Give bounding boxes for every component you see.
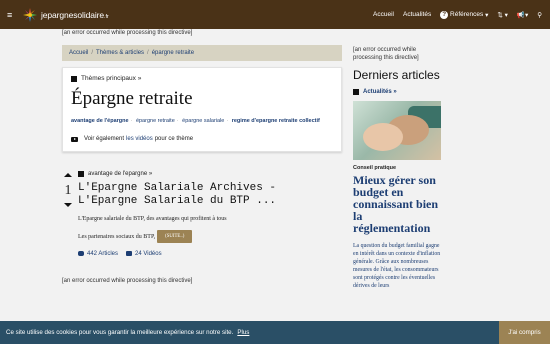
theme-category[interactable]: Thèmes principaux » — [71, 75, 333, 82]
sidebar-error: [an error occurred while processing this… — [353, 47, 419, 61]
tag-separator: · — [226, 118, 229, 124]
article-continuation: Les partenaires sociaux du BTP, (SUITE..… — [78, 230, 342, 243]
cookie-accept-button[interactable]: J'ai compris — [499, 321, 550, 344]
photo-hand — [363, 123, 403, 151]
upvote-icon[interactable] — [64, 173, 72, 177]
nav-home[interactable]: Accueil — [373, 11, 394, 18]
post-category: Conseil pratique — [353, 165, 397, 171]
top-navbar: ≡ jepargnesolidaire.fr Accueil Actualité… — [0, 0, 550, 29]
brand-main: jepargnesolidaire — [41, 9, 105, 20]
site-brand[interactable]: jepargnesolidaire.fr — [41, 10, 109, 20]
read-more-button[interactable]: (SUITE..) — [157, 230, 193, 243]
tag-separator: · — [176, 118, 179, 124]
sidebar-category[interactable]: Actualités » — [353, 89, 441, 95]
search-icon[interactable]: ⚲ — [537, 11, 542, 19]
article-category-label: avantage de l'epargne » — [88, 171, 153, 177]
articles-count-label: 442 Articles — [87, 251, 119, 257]
downvote-icon[interactable] — [64, 203, 72, 207]
tag-list: avantage de l'épargne · épargne retraite ·… — [71, 118, 333, 124]
article-stats: 442 Articles 24 Vidéos — [78, 251, 342, 257]
error-message: [an error occurred while processing this… — [62, 30, 193, 36]
video-icon — [71, 136, 78, 142]
vote-count: 1 — [64, 183, 72, 198]
nav-references[interactable]: ? Références ▾ — [440, 10, 489, 19]
main-nav: Accueil Actualités ? Références ▾ ⇅ ▾ 📢 ▾… — [373, 0, 542, 29]
videos-count[interactable]: 24 Vidéos — [126, 251, 162, 257]
see-also-prefix: Voir également — [84, 136, 125, 142]
article-category[interactable]: avantage de l'epargne » — [78, 171, 342, 177]
videos-link[interactable]: les vidéos — [126, 136, 153, 142]
breadcrumb: Accueil / Thèmes & articles / épargne retr… — [62, 45, 342, 61]
partners-text: Les partenaires sociaux du BTP, — [78, 233, 156, 240]
announce-dropdown[interactable]: 📢 ▾ — [517, 11, 528, 19]
megaphone-icon: 📢 — [516, 11, 525, 19]
square-icon — [78, 171, 84, 177]
chevron-down-icon: ▾ — [504, 11, 508, 19]
theme-card: Thèmes principaux » Épargne retraite ava… — [62, 67, 342, 152]
vote-widget: 1 — [62, 173, 74, 207]
square-icon — [353, 89, 359, 95]
question-icon: ? — [440, 10, 449, 19]
brand-tld: .fr — [104, 13, 109, 20]
sidebar: [an error occurred while processing this… — [353, 46, 441, 290]
videos-count-label: 24 Vidéos — [135, 251, 162, 257]
menu-icon[interactable]: ≡ — [7, 10, 19, 20]
chevron-down-icon: ▾ — [524, 11, 529, 19]
breadcrumb-separator: / — [147, 50, 149, 56]
square-icon — [71, 75, 77, 82]
sort-dropdown[interactable]: ⇅ ▾ — [497, 11, 508, 19]
error-message: [an error occurred while processing this… — [62, 278, 193, 284]
theme-category-label: Thèmes principaux » — [81, 75, 142, 82]
breadcrumb-home[interactable]: Accueil — [69, 50, 88, 56]
tag-link[interactable]: épargne salariale — [182, 118, 224, 124]
article-title[interactable]: L'Epargne Salariale Archives - L'Epargne… — [78, 182, 342, 207]
tag-separator: · — [130, 118, 133, 124]
cookie-text: Ce site utilise des cookies pour vous ga… — [6, 329, 234, 336]
post-excerpt: La question du budget familial gagne en … — [353, 243, 441, 289]
breadcrumb-themes[interactable]: Thèmes & articles — [96, 50, 144, 56]
sidebar-category-label: Actualités » — [363, 89, 397, 95]
chevron-down-icon: ▾ — [485, 11, 489, 19]
article-body: avantage de l'epargne » L'Epargne Salari… — [78, 171, 342, 257]
see-also: Voir également les vidéos pour ce thème — [71, 136, 333, 142]
breadcrumb-current: épargne retraite — [151, 50, 195, 56]
cookie-more-link[interactable]: Plus — [237, 329, 249, 336]
nav-references-label: Références — [450, 11, 484, 18]
articles-count[interactable]: 442 Articles — [78, 251, 118, 257]
tag-link[interactable]: épargne retraite — [136, 118, 175, 124]
nav-news[interactable]: Actualités — [403, 11, 431, 18]
cookie-banner: Ce site utilise des cookies pour vous ga… — [0, 321, 550, 344]
page-title: Épargne retraite — [71, 88, 193, 109]
logo-icon[interactable] — [23, 7, 37, 22]
tag-link[interactable]: regime d'epargne retraite collectif — [232, 118, 320, 124]
sidebar-heading: Derniers articles — [353, 68, 440, 82]
see-also-suffix: pour ce thème — [154, 136, 194, 142]
article-excerpt: L'Epargne salariale du BTP, des avantage… — [78, 216, 227, 222]
tag-link[interactable]: avantage de l'épargne — [71, 118, 129, 124]
article-item: 1 avantage de l'epargne » L'Epargne Sala… — [62, 171, 342, 277]
breadcrumb-separator: / — [91, 50, 94, 56]
sort-icon: ⇅ — [497, 11, 503, 19]
article-image[interactable] — [353, 101, 441, 160]
video-icon — [126, 251, 133, 256]
comments-icon — [78, 251, 84, 256]
post-title[interactable]: Mieux gérer son budget en connaissant bi… — [353, 174, 441, 234]
main-column: [an error occurred while processing this… — [62, 29, 342, 285]
